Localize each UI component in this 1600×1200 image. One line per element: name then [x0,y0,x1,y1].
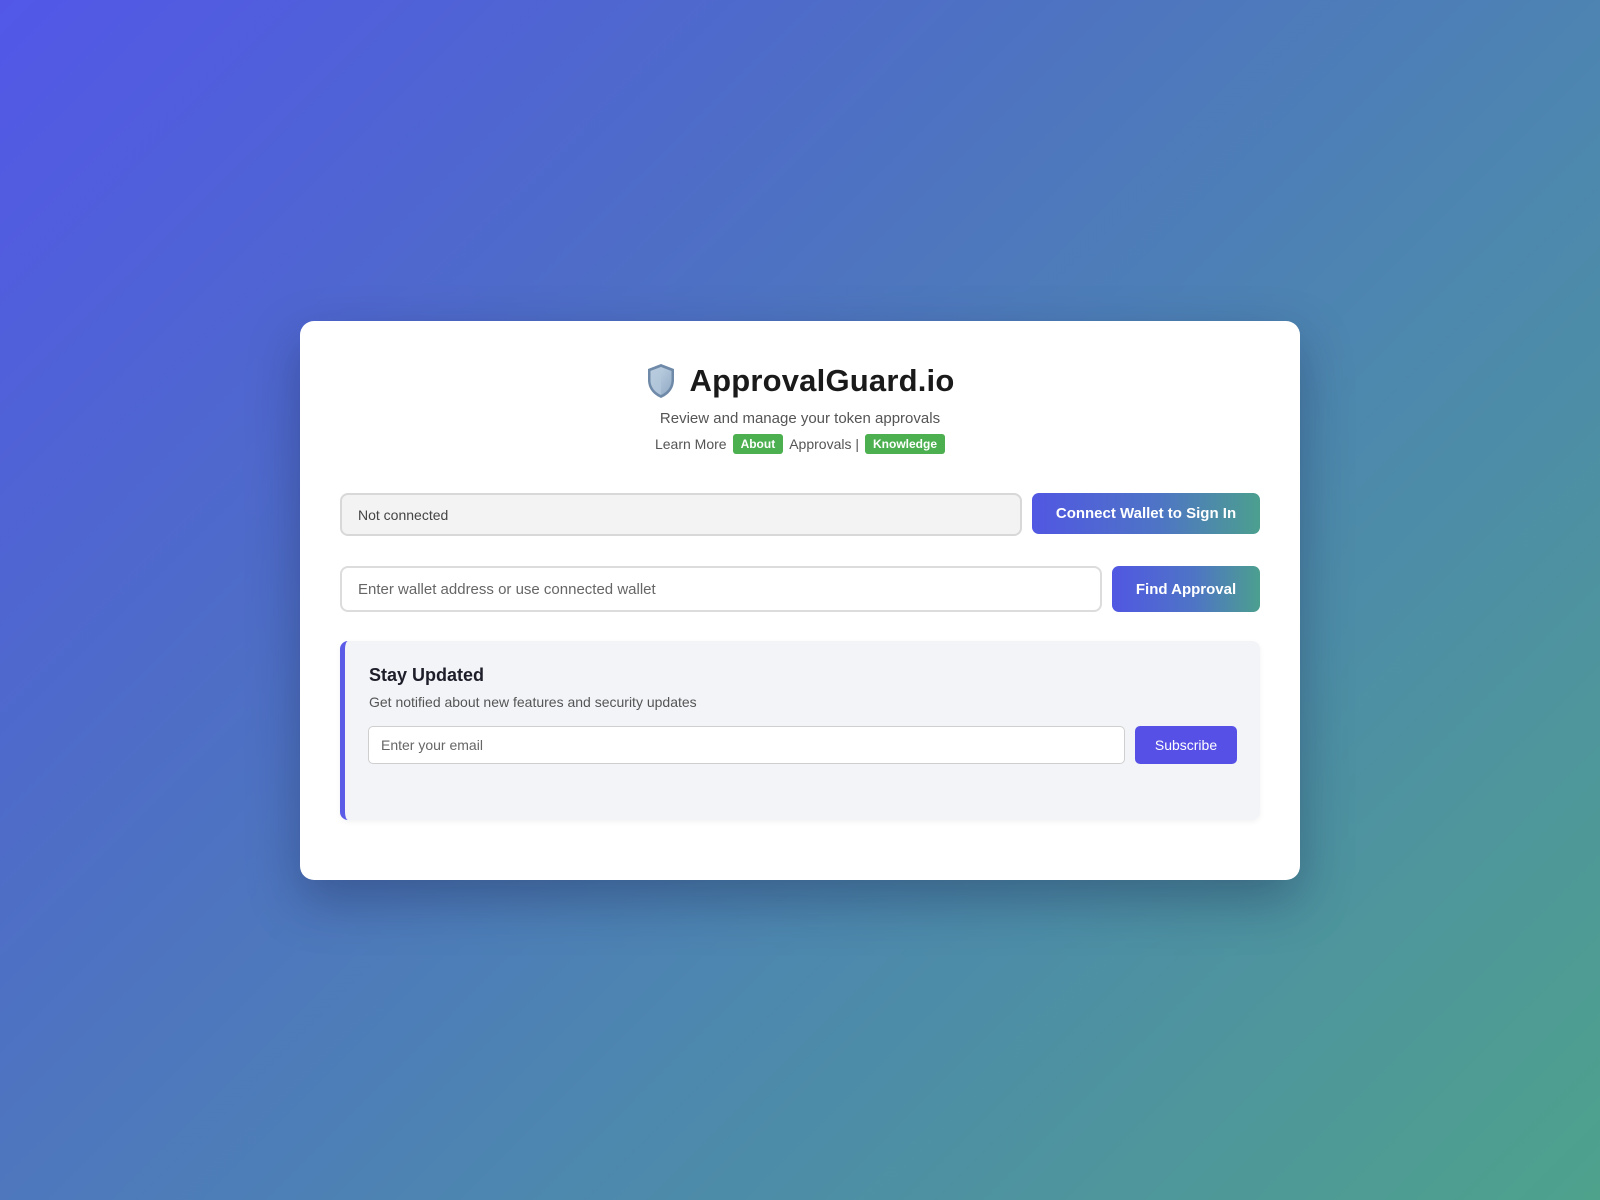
page-subtitle: Review and manage your token approvals [659,410,941,427]
wallet-status-field: Not connected [340,493,1022,536]
find-approval-button[interactable]: Find Approval [1112,566,1260,612]
subscribe-button[interactable]: Subscribe [1135,726,1237,764]
learn-more-links: Learn More About Approvals | Knowledge [300,434,1300,454]
search-row: Find Approval [340,566,1260,612]
wallet-address-input[interactable] [340,566,1102,612]
newsletter-form: Subscribe [368,726,1238,764]
connect-wallet-button[interactable]: Connect Wallet to Sign In [1032,493,1260,534]
knowledge-link[interactable]: Knowledge [865,434,946,454]
page-title: ApprovalGuard.io [689,363,955,398]
newsletter-description: Get notified about new features and secu… [369,694,697,710]
shield-icon [645,362,677,400]
learn-more-label: Learn More [654,436,727,452]
header: ApprovalGuard.io Review and manage your … [300,361,1300,454]
email-field[interactable] [368,726,1125,764]
approvals-text: Approvals | [789,436,859,452]
wallet-row: Not connected Connect Wallet to Sign In [340,493,1260,536]
newsletter-panel: Stay Updated Get notified about new feat… [340,641,1260,820]
main-card: ApprovalGuard.io Review and manage your … [300,321,1300,880]
newsletter-title: Stay Updated [369,665,485,685]
title-row: ApprovalGuard.io [300,361,1300,401]
about-link[interactable]: About [732,434,784,454]
